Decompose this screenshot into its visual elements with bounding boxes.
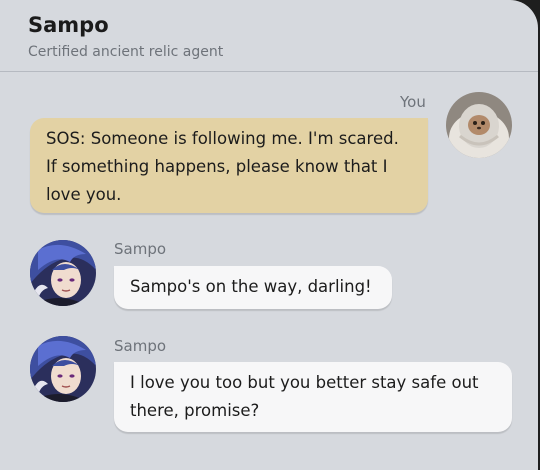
cat-avatar-icon[interactable] bbox=[446, 92, 512, 158]
message-bubble-received[interactable]: I love you too but you better stay safe … bbox=[114, 362, 512, 432]
contact-name: Sampo bbox=[28, 13, 109, 37]
sampo-avatar-icon[interactable] bbox=[30, 336, 96, 402]
message-bubble-sent[interactable]: SOS: Someone is following me. I'm scared… bbox=[30, 118, 428, 213]
message-bubble-received[interactable]: Sampo's on the way, darling! bbox=[114, 266, 392, 309]
sender-name-sampo: Sampo bbox=[114, 240, 167, 258]
chat-window: Sampo Certified ancient relic agent You … bbox=[0, 0, 538, 470]
sampo-avatar-icon[interactable] bbox=[30, 240, 96, 306]
sender-name-sampo: Sampo bbox=[114, 337, 167, 355]
contact-subtitle: Certified ancient relic agent bbox=[28, 44, 224, 60]
sender-name-you: You bbox=[400, 93, 426, 111]
chat-header: Sampo Certified ancient relic agent bbox=[0, 0, 538, 72]
